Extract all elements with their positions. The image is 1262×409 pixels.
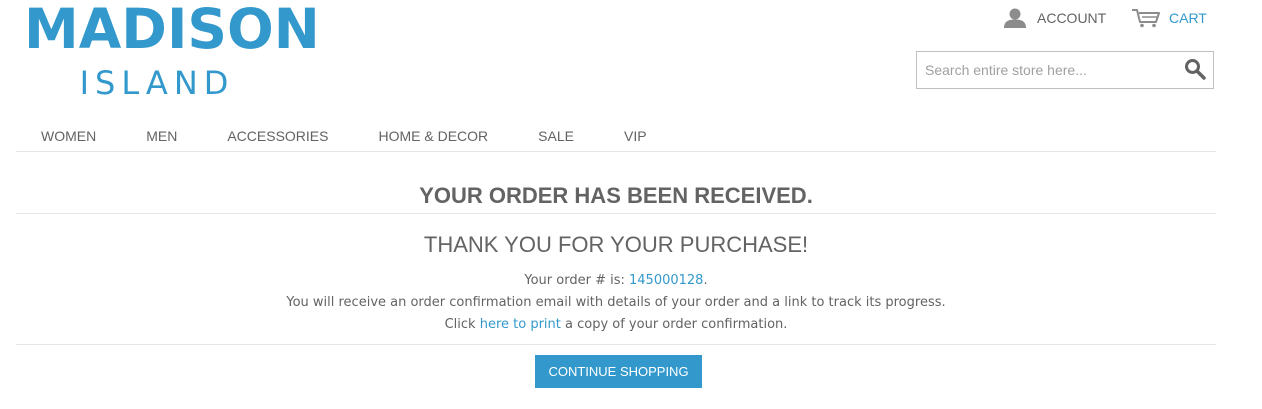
nav-item-accessories[interactable]: ACCESSORIES: [202, 120, 353, 151]
store-logo[interactable]: MADISON ISLAND: [24, 0, 320, 101]
nav-item-sale[interactable]: SALE: [513, 120, 599, 151]
search-button[interactable]: [1183, 58, 1207, 82]
main-nav: WOMEN MEN ACCESSORIES HOME & DECOR SALE …: [16, 120, 1216, 152]
nav-item-men[interactable]: MEN: [121, 120, 202, 151]
thank-you-heading: THANK YOU FOR YOUR PURCHASE!: [423, 232, 809, 257]
order-number-suffix: .: [703, 273, 708, 288]
nav-item-home-decor[interactable]: HOME & DECOR: [353, 120, 513, 151]
cart-icon: [1132, 9, 1160, 28]
nav-item-women[interactable]: WOMEN: [16, 120, 121, 151]
print-suffix: a copy of your order confirmation.: [560, 317, 788, 332]
order-number-link[interactable]: 145000128: [629, 273, 703, 288]
nav-item-vip[interactable]: VIP: [599, 120, 672, 151]
continue-shopping-button[interactable]: CONTINUE SHOPPING: [535, 355, 702, 388]
divider: [16, 344, 1216, 345]
print-line: Click here to print a copy of your order…: [16, 314, 1216, 336]
logo-text-island: ISLAND: [79, 64, 235, 102]
print-link[interactable]: here to print: [480, 317, 561, 332]
account-label: ACCOUNT: [1037, 10, 1107, 26]
email-notice: You will receive an order confirmation e…: [286, 295, 946, 310]
account-link[interactable]: ACCOUNT: [1003, 7, 1106, 29]
page-title: YOUR ORDER HAS BEEN RECEIVED.: [16, 176, 1216, 214]
cart-label: CART: [1169, 10, 1207, 26]
order-number-prefix: Your order # is:: [524, 273, 629, 288]
search-icon: [1185, 59, 1206, 80]
order-info: Your order # is: 145000128. You will rec…: [16, 270, 1216, 336]
logo-text-madison: MADISON: [24, 0, 320, 61]
order-number-line: Your order # is: 145000128.: [16, 270, 1216, 292]
search-input[interactable]: [917, 52, 1177, 88]
search-box: [916, 51, 1214, 89]
user-icon: [1004, 8, 1026, 28]
print-prefix: Click: [444, 317, 480, 332]
cart-link[interactable]: CART: [1131, 7, 1207, 29]
